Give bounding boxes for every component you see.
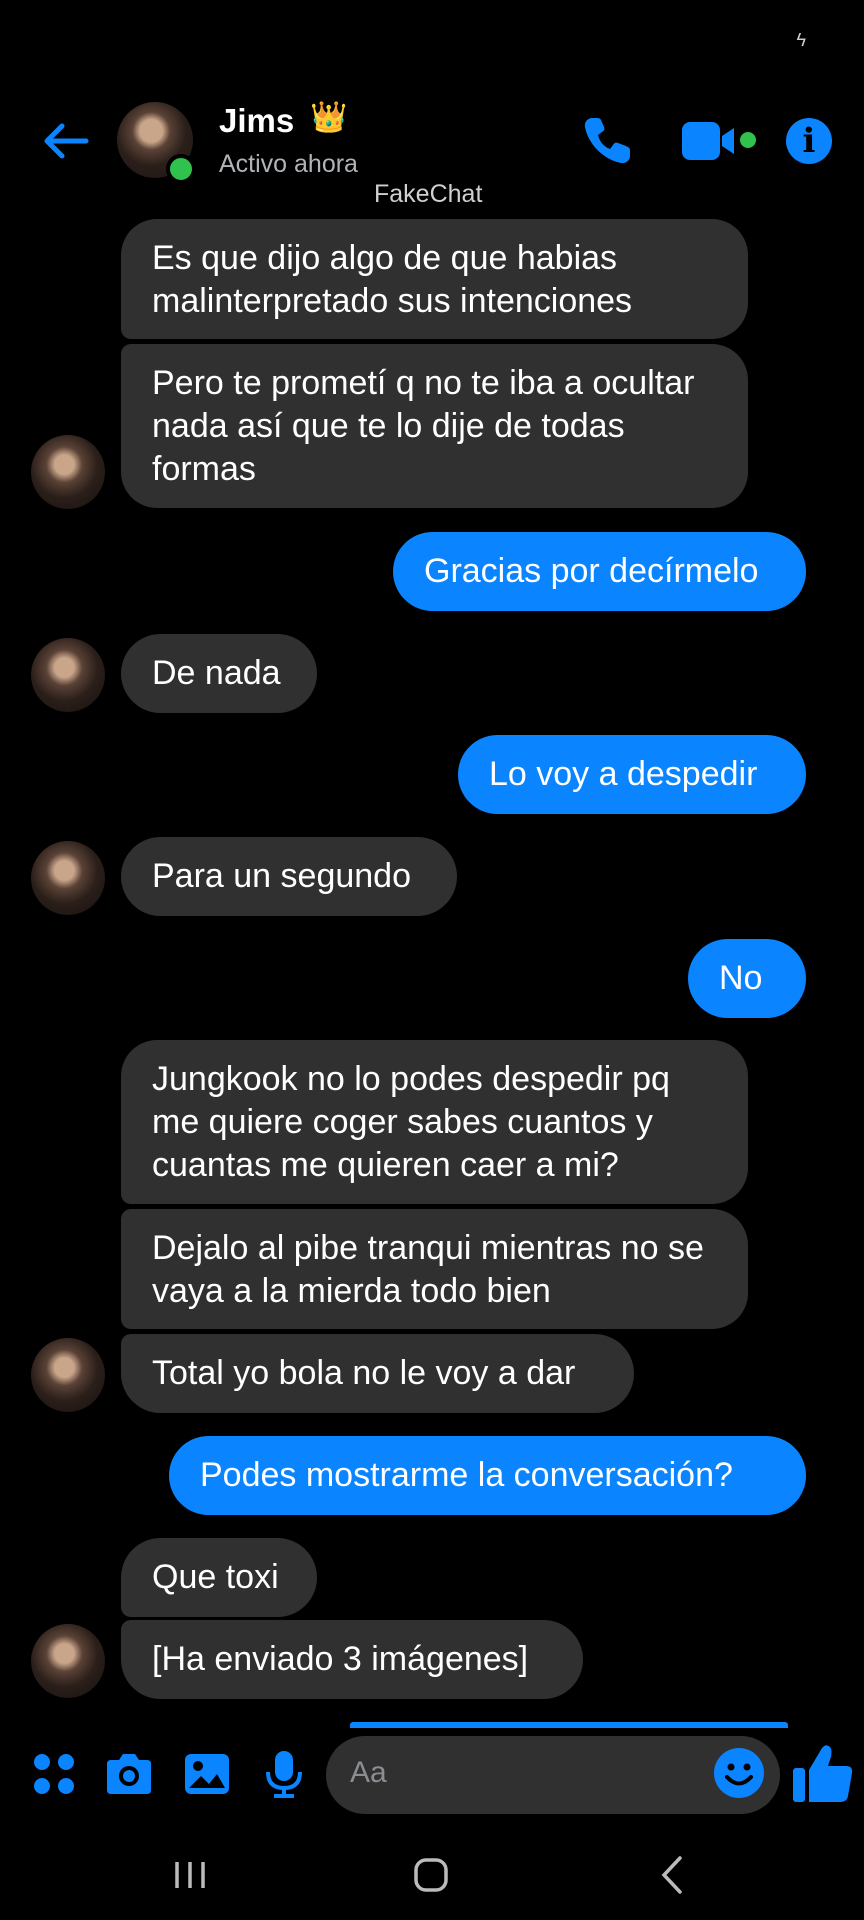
outgoing-message[interactable]: Lo voy a despedir xyxy=(458,735,806,814)
video-active-indicator xyxy=(740,132,756,148)
contact-avatar-small xyxy=(31,638,105,712)
recent-apps-icon[interactable] xyxy=(165,1850,215,1900)
incoming-message[interactable]: Que toxi xyxy=(121,1538,317,1617)
emoji-icon[interactable] xyxy=(712,1746,766,1800)
chat-header: Jims 👑 Activo ahora i xyxy=(0,92,864,192)
camera-icon[interactable] xyxy=(103,1748,155,1800)
outgoing-message[interactable]: Podes mostrarme la conversación? xyxy=(169,1436,806,1515)
gallery-icon[interactable] xyxy=(181,1748,233,1800)
contact-avatar-small xyxy=(31,1624,105,1698)
incoming-message[interactable]: Total yo bola no le voy a dar xyxy=(121,1334,634,1413)
apps-grid-icon[interactable] xyxy=(28,1748,80,1800)
phone-icon[interactable] xyxy=(578,112,636,170)
contact-name[interactable]: Jims xyxy=(219,102,294,140)
incoming-message[interactable]: De nada xyxy=(121,634,317,713)
incoming-message[interactable]: Jungkook no lo podes despedir pq me quie… xyxy=(121,1040,748,1204)
contact-avatar-small xyxy=(31,435,105,509)
outgoing-message[interactable]: No xyxy=(688,939,806,1018)
system-nav-bar xyxy=(0,1830,864,1920)
incoming-message[interactable]: Es que dijo algo de que habias malinterp… xyxy=(121,219,748,339)
back-arrow-icon[interactable] xyxy=(38,114,92,168)
back-nav-icon[interactable] xyxy=(648,1850,698,1900)
contact-avatar-small xyxy=(31,1338,105,1412)
info-icon[interactable]: i xyxy=(786,118,832,164)
incoming-message[interactable]: [Ha enviado 3 imágenes] xyxy=(121,1620,583,1699)
crown-emoji: 👑 xyxy=(310,101,348,134)
outgoing-message[interactable]: Gracias por decírmelo xyxy=(393,532,806,611)
thumbs-up-icon[interactable] xyxy=(790,1740,856,1806)
message-input-placeholder: Aa xyxy=(350,1756,387,1789)
contact-avatar-small xyxy=(31,841,105,915)
charging-bolt-icon: ϟ xyxy=(796,30,806,50)
status-bar: ϟ xyxy=(0,0,864,80)
incoming-message[interactable]: Pero te prometí q no te iba a ocultar na… xyxy=(121,344,748,508)
online-indicator xyxy=(166,154,196,184)
incoming-message[interactable]: Para un segundo xyxy=(121,837,457,916)
microphone-icon[interactable] xyxy=(258,1748,310,1800)
watermark-label: FakeChat xyxy=(374,180,483,208)
incoming-message[interactable]: Dejalo al pibe tranqui mientras no se va… xyxy=(121,1209,748,1329)
message-composer: Aa xyxy=(0,1730,864,1818)
home-icon[interactable] xyxy=(406,1850,456,1900)
partial-outgoing-message xyxy=(350,1722,788,1728)
contact-status: Activo ahora xyxy=(219,150,358,178)
